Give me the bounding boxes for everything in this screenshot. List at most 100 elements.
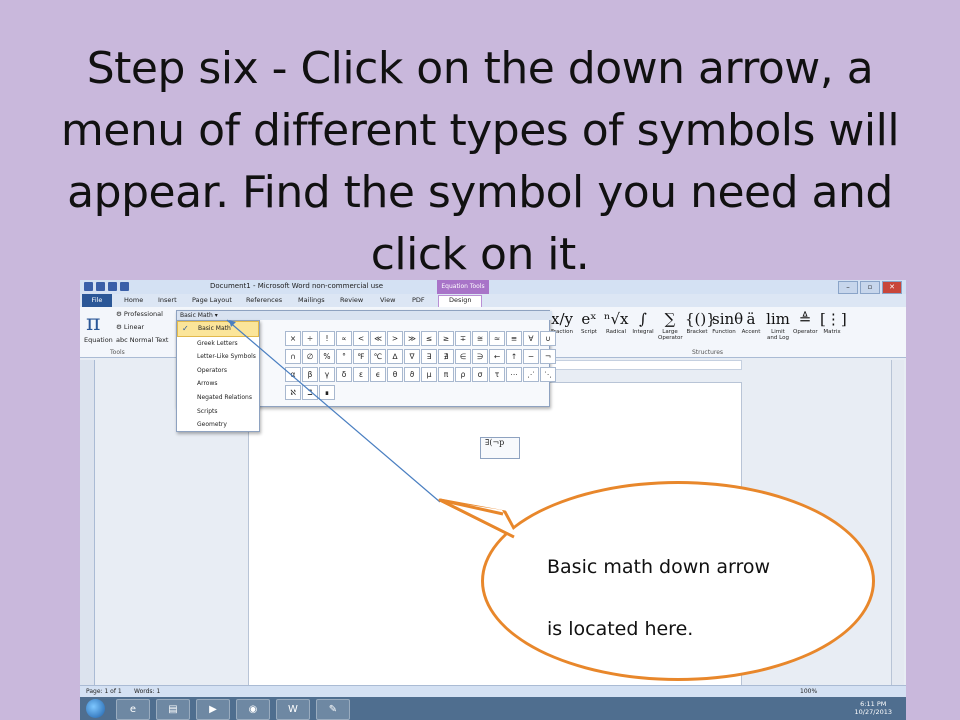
symbol-button[interactable]: ε bbox=[353, 367, 369, 382]
symbol-button[interactable]: σ bbox=[472, 367, 488, 382]
menu-item-scripts[interactable]: Scripts bbox=[177, 405, 259, 419]
symbol-button[interactable]: ∎ bbox=[319, 385, 335, 400]
basic-math-dropdown-arrow[interactable]: Basic Math ▾ bbox=[177, 311, 552, 320]
symbol-button[interactable]: ≫ bbox=[404, 331, 420, 346]
symbol-button[interactable]: ϵ bbox=[370, 367, 386, 382]
symbol-button[interactable]: ℶ bbox=[302, 385, 318, 400]
tab-file[interactable]: File bbox=[82, 294, 112, 307]
symbol-button[interactable]: ℃ bbox=[370, 349, 386, 364]
app-taskbar-icon[interactable]: ✎ bbox=[316, 699, 350, 720]
firefox-taskbar-icon[interactable]: ◉ bbox=[236, 699, 270, 720]
symbol-button[interactable]: ÷ bbox=[302, 331, 318, 346]
normal-text-option[interactable]: abc Normal Text bbox=[116, 336, 168, 344]
symbol-button[interactable]: < bbox=[353, 331, 369, 346]
symbol-button[interactable]: δ bbox=[336, 367, 352, 382]
operator-button[interactable]: ≜ Operator bbox=[793, 309, 818, 341]
explorer-taskbar-icon[interactable]: ▤ bbox=[156, 699, 190, 720]
symbol-button[interactable]: × bbox=[285, 331, 301, 346]
media-taskbar-icon[interactable]: ▶ bbox=[196, 699, 230, 720]
symbol-button[interactable]: ϑ bbox=[404, 367, 420, 382]
function-button[interactable]: sinθ Function bbox=[712, 309, 743, 341]
symbol-button[interactable]: α bbox=[285, 367, 301, 382]
matrix-button[interactable]: [⋮] Matrix bbox=[820, 309, 847, 341]
word-taskbar-icon[interactable]: W bbox=[276, 699, 310, 720]
save-icon[interactable] bbox=[96, 282, 105, 291]
symbol-button[interactable]: ℉ bbox=[353, 349, 369, 364]
symbol-button[interactable]: ∅ bbox=[302, 349, 318, 364]
symbol-button[interactable]: ∩ bbox=[285, 349, 301, 364]
vertical-scrollbar[interactable] bbox=[891, 360, 904, 685]
tab-pdf[interactable]: PDF bbox=[412, 296, 425, 304]
accent-button[interactable]: ä Accent bbox=[739, 309, 763, 341]
symbol-button[interactable]: ¬ bbox=[540, 349, 556, 364]
symbol-button[interactable]: ⋱ bbox=[540, 367, 556, 382]
symbol-button[interactable]: ≤ bbox=[421, 331, 437, 346]
tab-references[interactable]: References bbox=[246, 296, 282, 304]
tab-home[interactable]: Home bbox=[124, 296, 143, 304]
equation-box[interactable]: ∃(¬p bbox=[480, 437, 520, 459]
symbol-button[interactable]: ⋯ bbox=[506, 367, 522, 382]
equation-button-label[interactable]: Equation bbox=[84, 336, 113, 344]
close-button[interactable]: ✕ bbox=[882, 281, 902, 294]
symbol-button[interactable]: τ bbox=[489, 367, 505, 382]
menu-item-negated-relations[interactable]: Negated Relations bbox=[177, 391, 259, 405]
symbol-button[interactable]: % bbox=[319, 349, 335, 364]
symbol-button[interactable]: ! bbox=[319, 331, 335, 346]
redo-icon[interactable] bbox=[120, 282, 129, 291]
equation-pi-icon[interactable]: π bbox=[86, 311, 100, 336]
symbol-button[interactable]: θ bbox=[387, 367, 403, 382]
maximize-button[interactable]: ▫ bbox=[860, 281, 880, 294]
symbol-button[interactable]: ≡ bbox=[506, 331, 522, 346]
menu-item-greek-letters[interactable]: Greek Letters bbox=[177, 337, 259, 351]
symbol-button[interactable]: ∀ bbox=[523, 331, 539, 346]
symbol-button[interactable]: ≈ bbox=[489, 331, 505, 346]
tab-review[interactable]: Review bbox=[340, 296, 363, 304]
tab-page-layout[interactable]: Page Layout bbox=[192, 296, 232, 304]
symbol-button[interactable]: π bbox=[438, 367, 454, 382]
symbol-button[interactable]: ↑ bbox=[506, 349, 522, 364]
minimize-button[interactable]: – bbox=[838, 281, 858, 294]
script-button[interactable]: eˣ Script bbox=[577, 309, 601, 341]
menu-item-operators[interactable]: Operators bbox=[177, 364, 259, 378]
quick-access-toolbar[interactable] bbox=[84, 282, 129, 291]
menu-item-geometry[interactable]: Geometry bbox=[177, 418, 259, 432]
symbol-button[interactable]: ∈ bbox=[455, 349, 471, 364]
tab-mailings[interactable]: Mailings bbox=[298, 296, 325, 304]
limit-log-button[interactable]: lim Limit and Log bbox=[766, 309, 790, 341]
symbol-button[interactable]: ← bbox=[489, 349, 505, 364]
symbol-button[interactable]: ρ bbox=[455, 367, 471, 382]
symbol-button[interactable]: γ bbox=[319, 367, 335, 382]
linear-option[interactable]: ⚙ Linear bbox=[116, 323, 144, 331]
bracket-button[interactable]: {()} Bracket bbox=[685, 309, 716, 341]
symbol-button[interactable]: ∝ bbox=[336, 331, 352, 346]
symbol-button[interactable]: ∆ bbox=[387, 349, 403, 364]
symbol-button[interactable]: > bbox=[387, 331, 403, 346]
symbol-button[interactable]: ∓ bbox=[455, 331, 471, 346]
symbol-button[interactable]: ° bbox=[336, 349, 352, 364]
system-clock[interactable]: 6:11 PM 10/27/2013 bbox=[855, 700, 892, 716]
tab-view[interactable]: View bbox=[380, 296, 395, 304]
start-button-icon[interactable] bbox=[86, 699, 105, 718]
symbol-button[interactable]: ∃ bbox=[421, 349, 437, 364]
symbol-button[interactable]: ∋ bbox=[472, 349, 488, 364]
symbol-button[interactable]: ⋰ bbox=[523, 367, 539, 382]
symbol-button[interactable]: β bbox=[302, 367, 318, 382]
large-operator-button[interactable]: ∑ Large Operator bbox=[658, 309, 683, 341]
symbol-button[interactable]: − bbox=[523, 349, 539, 364]
menu-item-letter-like-symbols[interactable]: Letter-Like Symbols bbox=[177, 350, 259, 364]
symbol-button[interactable]: ∇ bbox=[404, 349, 420, 364]
symbol-button[interactable]: ≥ bbox=[438, 331, 454, 346]
symbol-button[interactable]: ∄ bbox=[438, 349, 454, 364]
symbol-button[interactable]: ≪ bbox=[370, 331, 386, 346]
integral-button[interactable]: ∫ Integral bbox=[631, 309, 655, 341]
symbol-button[interactable]: ℵ bbox=[285, 385, 301, 400]
symbol-button[interactable]: ≅ bbox=[472, 331, 488, 346]
menu-item-basic-math[interactable]: ✓ Basic Math bbox=[177, 321, 259, 337]
professional-option[interactable]: ⚙ Professional bbox=[116, 310, 163, 318]
ie-taskbar-icon[interactable]: e bbox=[116, 699, 150, 720]
undo-icon[interactable] bbox=[108, 282, 117, 291]
tab-insert[interactable]: Insert bbox=[158, 296, 177, 304]
menu-item-arrows[interactable]: Arrows bbox=[177, 377, 259, 391]
symbol-button[interactable]: μ bbox=[421, 367, 437, 382]
radical-button[interactable]: ⁿ√x Radical bbox=[604, 309, 629, 341]
